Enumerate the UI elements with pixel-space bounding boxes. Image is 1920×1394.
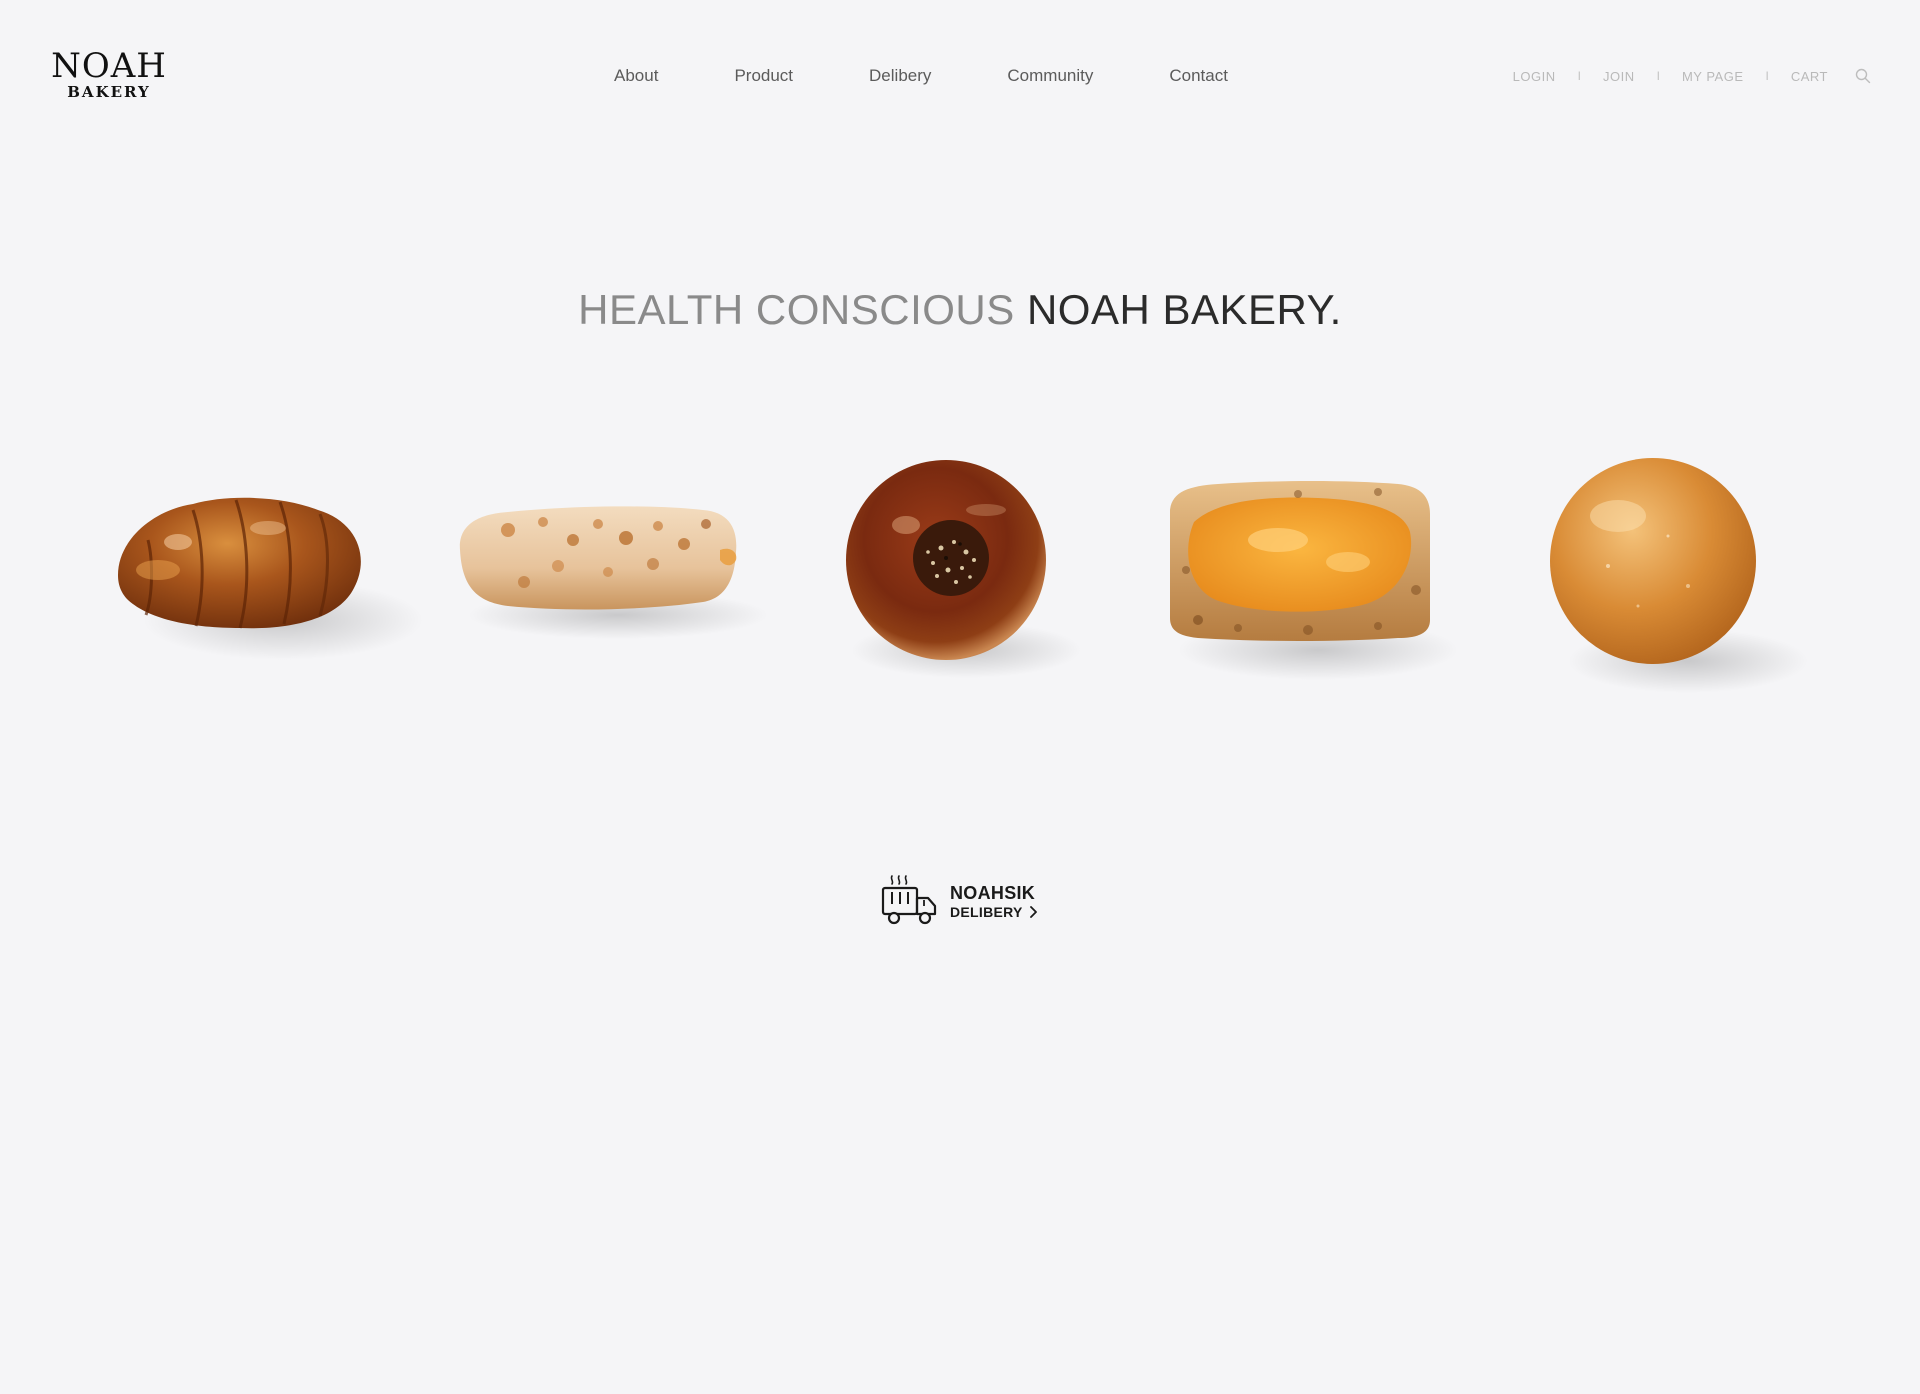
util-separator: I xyxy=(1765,69,1769,83)
utility-nav: LOGIN I JOIN I MY PAGE I CART xyxy=(1513,66,1872,86)
hero-title-dark: NOAH BAKERY. xyxy=(1026,286,1342,333)
bread-cheese[interactable] xyxy=(1158,470,1458,690)
delivery-text: NOAHSIK DELIBERY xyxy=(950,883,1038,921)
util-separator: I xyxy=(1656,69,1660,83)
round-bun-image xyxy=(1550,458,1808,693)
mypage-link[interactable]: MY PAGE xyxy=(1682,69,1744,84)
util-separator: I xyxy=(1577,69,1581,83)
nav-delivery[interactable]: Delibery xyxy=(869,66,931,86)
delivery-sub-row: DELIBERY xyxy=(950,903,1038,921)
nav-contact[interactable]: Contact xyxy=(1169,66,1228,86)
bread-long-roll[interactable] xyxy=(448,490,768,650)
login-link[interactable]: LOGIN xyxy=(1513,69,1556,84)
cart-link[interactable]: CART xyxy=(1791,69,1828,84)
bread-round-bun[interactable] xyxy=(1538,446,1808,706)
hero-title: HEALTH CONSCIOUS NOAH BAKERY. xyxy=(0,282,1920,338)
cheese-bread-image xyxy=(1170,481,1458,680)
croissant-image xyxy=(118,497,423,660)
logo-main-text: NOAH xyxy=(51,46,167,86)
product-gallery xyxy=(0,440,1920,720)
search-icon xyxy=(1855,68,1871,84)
sesame-bun-image xyxy=(846,460,1081,678)
nav-about[interactable]: About xyxy=(614,66,658,86)
delivery-brand: NOAHSIK xyxy=(950,883,1036,903)
nav-community[interactable]: Community xyxy=(1007,66,1093,86)
main-nav: About Product Delibery Community Contact xyxy=(614,64,1228,88)
logo[interactable]: NOAH BAKERY xyxy=(49,48,169,100)
bread-croissant[interactable] xyxy=(108,470,423,670)
search-button[interactable] xyxy=(1854,67,1872,85)
delivery-label: DELIBERY xyxy=(950,904,1023,920)
site-header: NOAH BAKERY About Product Delibery Commu… xyxy=(0,0,1920,152)
delivery-link[interactable]: NOAHSIK DELIBERY xyxy=(880,874,1038,930)
hero-title-light: HEALTH CONSCIOUS xyxy=(578,286,1027,333)
bread-sesame-bun[interactable] xyxy=(836,450,1081,690)
nav-product[interactable]: Product xyxy=(734,66,793,86)
logo-sub-text: BAKERY xyxy=(67,83,151,101)
delivery-truck-icon xyxy=(881,875,937,925)
join-link[interactable]: JOIN xyxy=(1603,69,1635,84)
long-roll-image xyxy=(459,506,768,639)
chevron-right-icon xyxy=(1029,906,1037,918)
